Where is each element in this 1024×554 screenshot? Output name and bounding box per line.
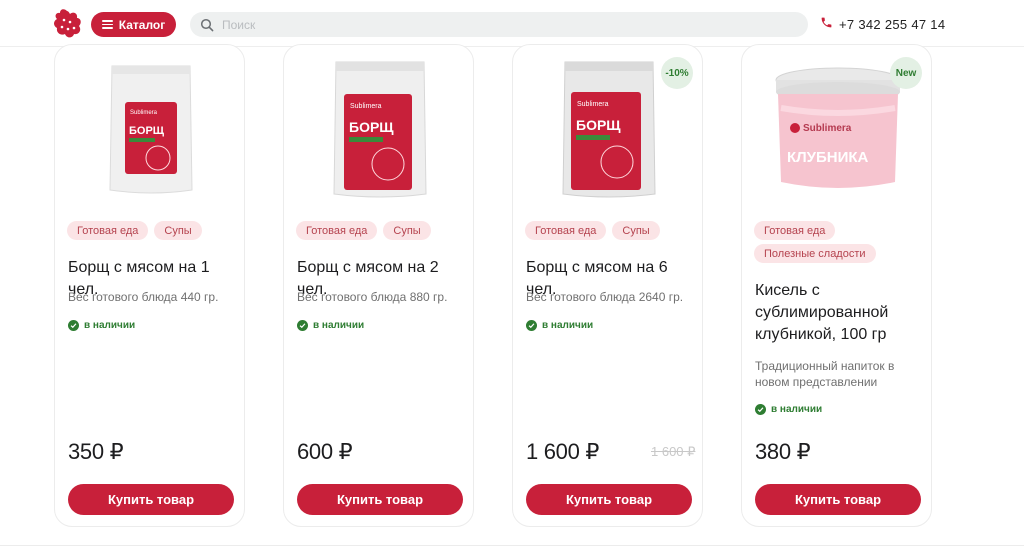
product-description: Вес готового блюда 440 гр.: [68, 290, 219, 304]
package-brand: Sublimera: [803, 123, 852, 134]
stock-label: в наличии: [313, 320, 365, 331]
phone-number: +7 342 255 47 14: [839, 16, 946, 32]
buy-button[interactable]: Купить товар: [297, 484, 463, 515]
search-input[interactable]: [222, 17, 782, 32]
package-name: БОРЩ: [349, 119, 394, 135]
product-price: 350 ₽: [68, 439, 124, 464]
menu-icon: [101, 20, 113, 29]
tag[interactable]: Супы: [383, 221, 431, 240]
check-icon: [297, 320, 308, 331]
product-title[interactable]: Кисель с сублимированной клубникой, 100 …: [755, 280, 925, 346]
stock-label: в наличии: [542, 320, 594, 331]
phone-icon: [820, 16, 833, 32]
product-image[interactable]: Sublimera БОРЩ: [65, 53, 236, 203]
product-price: 1 600 ₽: [526, 439, 600, 464]
package-brand: Sublimera: [350, 103, 382, 110]
stock-status: в наличии: [297, 320, 364, 331]
tag[interactable]: Супы: [154, 221, 202, 240]
site-header: Каталог +7 342 255 47 14: [0, 0, 1024, 47]
product-description: Вес готового блюда 2640 гр.: [526, 290, 684, 304]
tag[interactable]: Готовая еда: [754, 221, 836, 240]
new-badge: New: [890, 57, 922, 89]
package-name: БОРЩ: [576, 117, 621, 133]
product-description: Вес готового блюда 880 гр.: [297, 290, 448, 304]
package-name: БОРЩ: [129, 125, 165, 137]
check-icon: [755, 404, 766, 415]
product-tags: Готовая еда Полезные сладости: [754, 221, 924, 263]
check-icon: [68, 320, 79, 331]
search-icon: [200, 18, 214, 32]
old-price: 1 600 ₽: [651, 444, 696, 459]
tag[interactable]: Готовая еда: [525, 221, 607, 240]
tag[interactable]: Супы: [612, 221, 660, 240]
buy-button[interactable]: Купить товар: [526, 484, 692, 515]
tag[interactable]: Готовая еда: [67, 221, 149, 240]
stock-status: в наличии: [68, 320, 135, 331]
search-bar[interactable]: [190, 12, 808, 37]
stock-label: в наличии: [84, 320, 136, 331]
catalog-button[interactable]: Каталог: [91, 12, 176, 37]
product-card[interactable]: Sublimera БОРЩ Готовая еда Супы Борщ с м…: [54, 44, 245, 527]
product-card[interactable]: Sublimera БОРЩ -10% Готовая еда Супы Бор…: [512, 44, 703, 527]
buy-button[interactable]: Купить товар: [68, 484, 234, 515]
discount-badge: -10%: [661, 57, 693, 89]
package-brand: Sublimera: [130, 110, 158, 116]
tag[interactable]: Готовая еда: [296, 221, 378, 240]
package-brand: Sublimera: [577, 101, 609, 108]
tag[interactable]: Полезные сладости: [754, 244, 876, 263]
stock-status: в наличии: [755, 404, 822, 415]
stock-label: в наличии: [771, 404, 823, 415]
package-name: КЛУБНИКА: [787, 149, 869, 166]
stock-status: в наличии: [526, 320, 593, 331]
product-tags: Готовая еда Супы: [67, 221, 237, 240]
buy-button[interactable]: Купить товар: [755, 484, 921, 515]
product-card[interactable]: Sublimera БОРЩ Готовая еда Супы Борщ с м…: [283, 44, 474, 527]
product-price: 380 ₽: [755, 439, 811, 464]
phone-link[interactable]: +7 342 255 47 14: [820, 14, 945, 34]
product-tags: Готовая еда Супы: [296, 221, 466, 240]
check-icon: [526, 320, 537, 331]
divider: [0, 545, 1024, 546]
product-card[interactable]: Sublimera КЛУБНИКА New Готовая еда Полез…: [741, 44, 932, 527]
product-tags: Готовая еда Супы: [525, 221, 695, 240]
product-description: Традиционный напиток в новом представлен…: [755, 359, 895, 389]
product-image[interactable]: Sublimera БОРЩ: [294, 53, 465, 203]
catalog-button-label: Каталог: [118, 17, 166, 32]
product-price: 600 ₽: [297, 439, 353, 464]
logo-icon[interactable]: [52, 8, 82, 40]
